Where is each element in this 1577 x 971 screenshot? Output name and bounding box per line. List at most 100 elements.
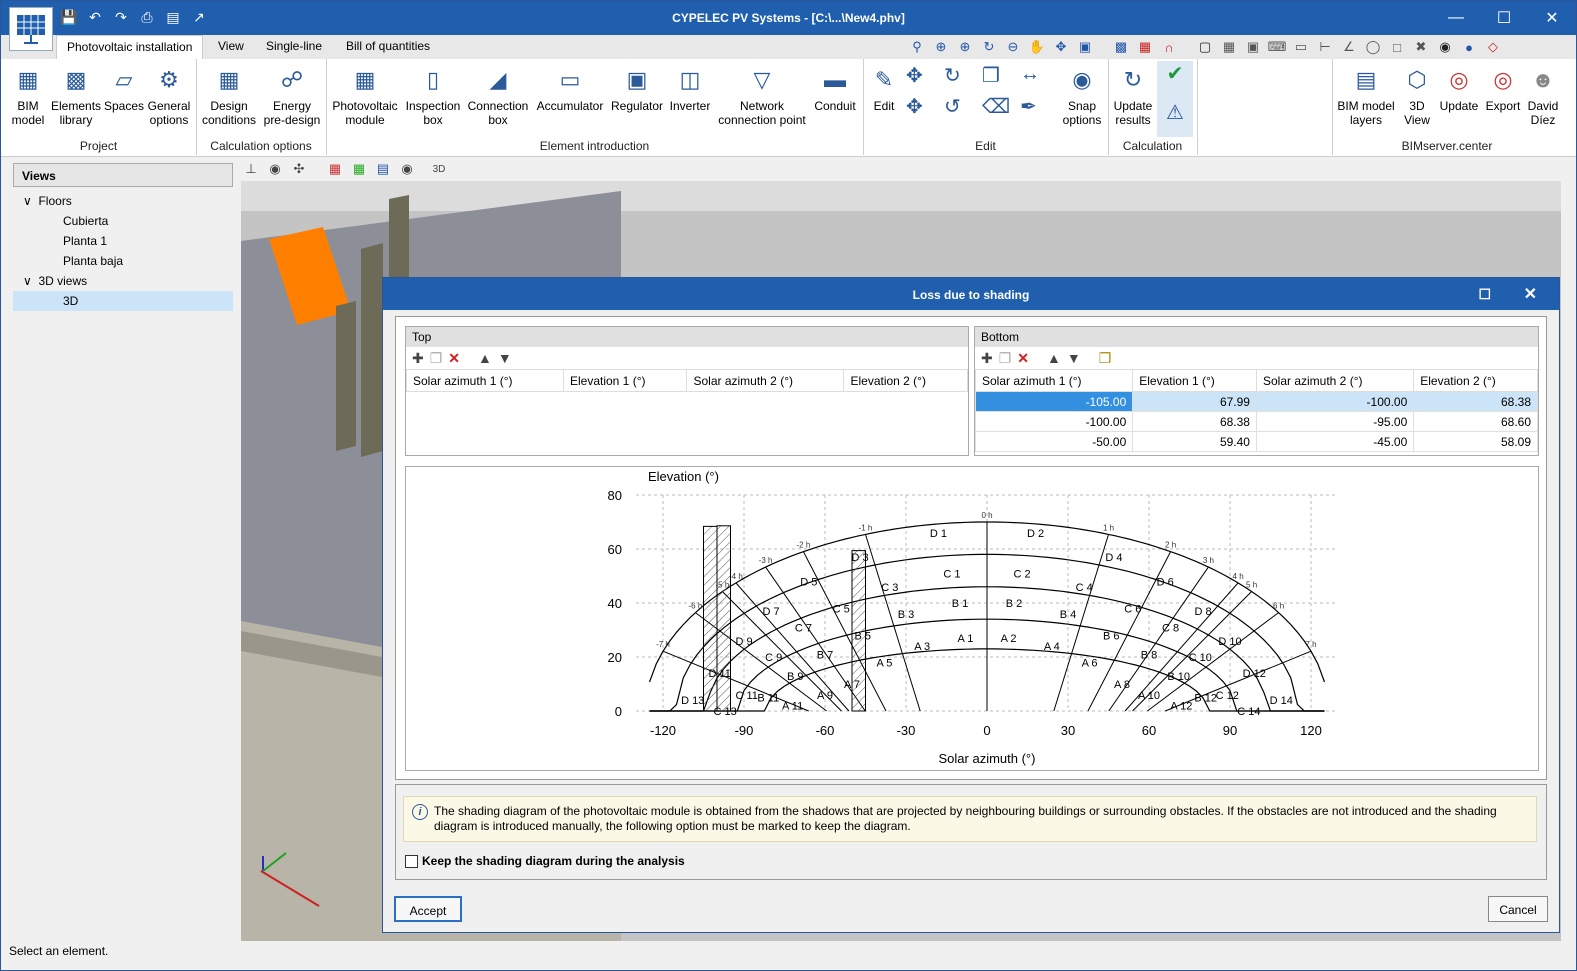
tab-photovoltaic-installation[interactable]: Photovoltaic installation: [56, 35, 204, 59]
chevron-down-icon[interactable]: ∨: [23, 194, 32, 208]
eye-icon[interactable]: ◉: [265, 159, 285, 179]
move-up-icon[interactable]: ▲: [478, 350, 492, 366]
regulator-button[interactable]: ▣ Regulator: [609, 61, 665, 114]
table-cell[interactable]: -100.00: [1255, 391, 1415, 412]
globe-icon[interactable]: ●: [1458, 37, 1480, 57]
check-icon[interactable]: ✔: [1157, 61, 1193, 86]
binoculars-icon[interactable]: ◉: [1434, 37, 1456, 57]
move-vertex-icon[interactable]: ✥: [906, 94, 944, 119]
measure-icon[interactable]: ▭: [1290, 37, 1312, 57]
close-icon[interactable]: ✕: [1524, 284, 1537, 304]
keep-diagram-checkbox[interactable]: Keep the shading diagram during the anal…: [405, 854, 685, 868]
tree-3d-views[interactable]: ∨ 3D views: [13, 271, 233, 291]
update-results-button[interactable]: ↻ Update results: [1111, 61, 1155, 128]
tab-single-line[interactable]: Single-line: [256, 35, 332, 59]
3d-icon[interactable]: 3D: [429, 159, 449, 179]
tab-view[interactable]: View: [208, 35, 254, 59]
update-button[interactable]: ◎ Update: [1437, 61, 1481, 114]
rotate-icon[interactable]: ↻: [944, 63, 982, 88]
tree-item-planta-1[interactable]: Planta 1: [13, 231, 233, 251]
app-logo-icon[interactable]: [9, 7, 53, 51]
angle-icon[interactable]: ∠: [1338, 37, 1360, 57]
tree-floors[interactable]: ∨ Floors: [13, 191, 233, 211]
keyboard-icon[interactable]: ⌨: [1266, 37, 1288, 57]
magnet-icon[interactable]: ∩: [1158, 37, 1180, 57]
add-icon[interactable]: ✚: [981, 350, 993, 367]
delete-icon[interactable]: ✕: [448, 350, 460, 367]
copy-icon[interactable]: ❐: [430, 350, 443, 367]
snap-grid-icon[interactable]: ▣: [1242, 37, 1264, 57]
pv-module-button[interactable]: ▦ Photovoltaic module: [329, 61, 401, 128]
tree-item-planta-baja[interactable]: Planta baja: [13, 251, 233, 271]
table-row[interactable]: -100.00 68.38 -95.00 68.60: [974, 411, 1538, 432]
spaces-button[interactable]: ▱ Spaces: [103, 61, 145, 114]
table-cell[interactable]: 68.38: [1132, 411, 1257, 432]
tree-item-3d[interactable]: 3D: [13, 291, 233, 311]
table-cell[interactable]: -45.00: [1255, 431, 1415, 452]
measure-icon[interactable]: ↔: [1020, 63, 1058, 88]
table-row[interactable]: -50.00 59.40 -45.00 58.09: [974, 431, 1538, 452]
table-cell[interactable]: 68.60: [1413, 411, 1538, 432]
image-icon[interactable]: ▦: [349, 159, 369, 179]
rotate-copy-icon[interactable]: ↺: [944, 94, 982, 119]
minimize-icon[interactable]: —: [1432, 1, 1480, 35]
chevron-down-icon[interactable]: ∨: [23, 274, 32, 288]
export-button[interactable]: ◎ Export: [1483, 61, 1523, 114]
refresh-icon[interactable]: ↻: [978, 37, 1000, 57]
bim-model-layers-button[interactable]: ▤ BIM model layers: [1335, 61, 1397, 128]
error-icon[interactable]: ⚠: [1157, 100, 1193, 125]
maximize-icon[interactable]: ☐: [1480, 1, 1528, 35]
add-icon[interactable]: ✚: [412, 350, 424, 367]
circle-icon[interactable]: ◯: [1362, 37, 1384, 57]
cancel-button[interactable]: Cancel: [1488, 896, 1548, 922]
table-cell[interactable]: 58.09: [1413, 431, 1538, 452]
connection-box-button[interactable]: ◢ Connection box: [465, 61, 531, 128]
general-options-button[interactable]: ⚙ General options: [147, 61, 191, 128]
close-icon[interactable]: ✕: [1528, 1, 1576, 35]
tab-bill-of-quantities[interactable]: Bill of quantities: [336, 35, 440, 59]
snap-options-button[interactable]: ◉ Snap options: [1059, 61, 1105, 128]
axes-icon[interactable]: ⊢: [1314, 37, 1336, 57]
hide-icon[interactable]: ◉: [397, 159, 417, 179]
table-cell[interactable]: -100.00: [974, 411, 1134, 432]
table-cell[interactable]: -95.00: [1255, 411, 1415, 432]
accumulator-button[interactable]: ▭ Accumulator: [533, 61, 607, 114]
orbit-icon[interactable]: ✥: [1050, 37, 1072, 57]
orbit-icon[interactable]: ✣: [289, 159, 309, 179]
maximize-icon[interactable]: ☐: [1478, 286, 1491, 303]
move-down-icon[interactable]: ▼: [498, 350, 512, 366]
copy-icon[interactable]: ❐: [999, 350, 1012, 367]
table-row[interactable]: -105.00 67.99 -100.00 68.38: [974, 391, 1538, 412]
edit-button[interactable]: ✎ Edit: [867, 61, 901, 114]
3d-view-button[interactable]: ⬡ 3D View: [1399, 61, 1435, 128]
erase-icon[interactable]: ⌫: [982, 94, 1020, 119]
paint-icon[interactable]: ✒: [1020, 94, 1058, 119]
grid-red-icon[interactable]: ▦: [1134, 37, 1156, 57]
table-cell[interactable]: 67.99: [1132, 391, 1257, 412]
inverter-button[interactable]: ◫ Inverter: [667, 61, 713, 114]
fit-icon[interactable]: ▣: [1074, 37, 1096, 57]
network-connection-point-button[interactable]: ▽ Network connection point: [715, 61, 809, 128]
book-icon[interactable]: ◇: [1482, 37, 1504, 57]
checkbox-box[interactable]: [405, 854, 418, 868]
zoom-out-icon[interactable]: ⊖: [1002, 37, 1024, 57]
axes-icon[interactable]: ⊥: [241, 159, 261, 179]
conduit-button[interactable]: ▬ Conduit: [811, 61, 859, 114]
layers-icon[interactable]: ▩: [1110, 37, 1132, 57]
pan-icon[interactable]: ✋: [1026, 37, 1048, 57]
tools-icon[interactable]: ✖: [1410, 37, 1432, 57]
import-icon[interactable]: ❐: [1099, 350, 1112, 367]
select-icon[interactable]: ▢: [1194, 37, 1216, 57]
move-up-icon[interactable]: ▲: [1047, 350, 1061, 366]
window-icon[interactable]: ▤: [373, 159, 393, 179]
design-conditions-button[interactable]: ▦ Design conditions: [199, 61, 259, 128]
pages-icon[interactable]: ▦: [325, 159, 345, 179]
zoom-in-icon[interactable]: ⊕: [954, 37, 976, 57]
comment-icon[interactable]: □: [1386, 37, 1408, 57]
delete-icon[interactable]: ✕: [1017, 350, 1029, 367]
table-cell[interactable]: 68.38: [1413, 391, 1538, 412]
elements-library-button[interactable]: ▩ Elements library: [51, 61, 101, 128]
zoom-all-icon[interactable]: ⊕: [930, 37, 952, 57]
table-cell[interactable]: 59.40: [1132, 431, 1257, 452]
grid-icon[interactable]: ▦: [1218, 37, 1240, 57]
